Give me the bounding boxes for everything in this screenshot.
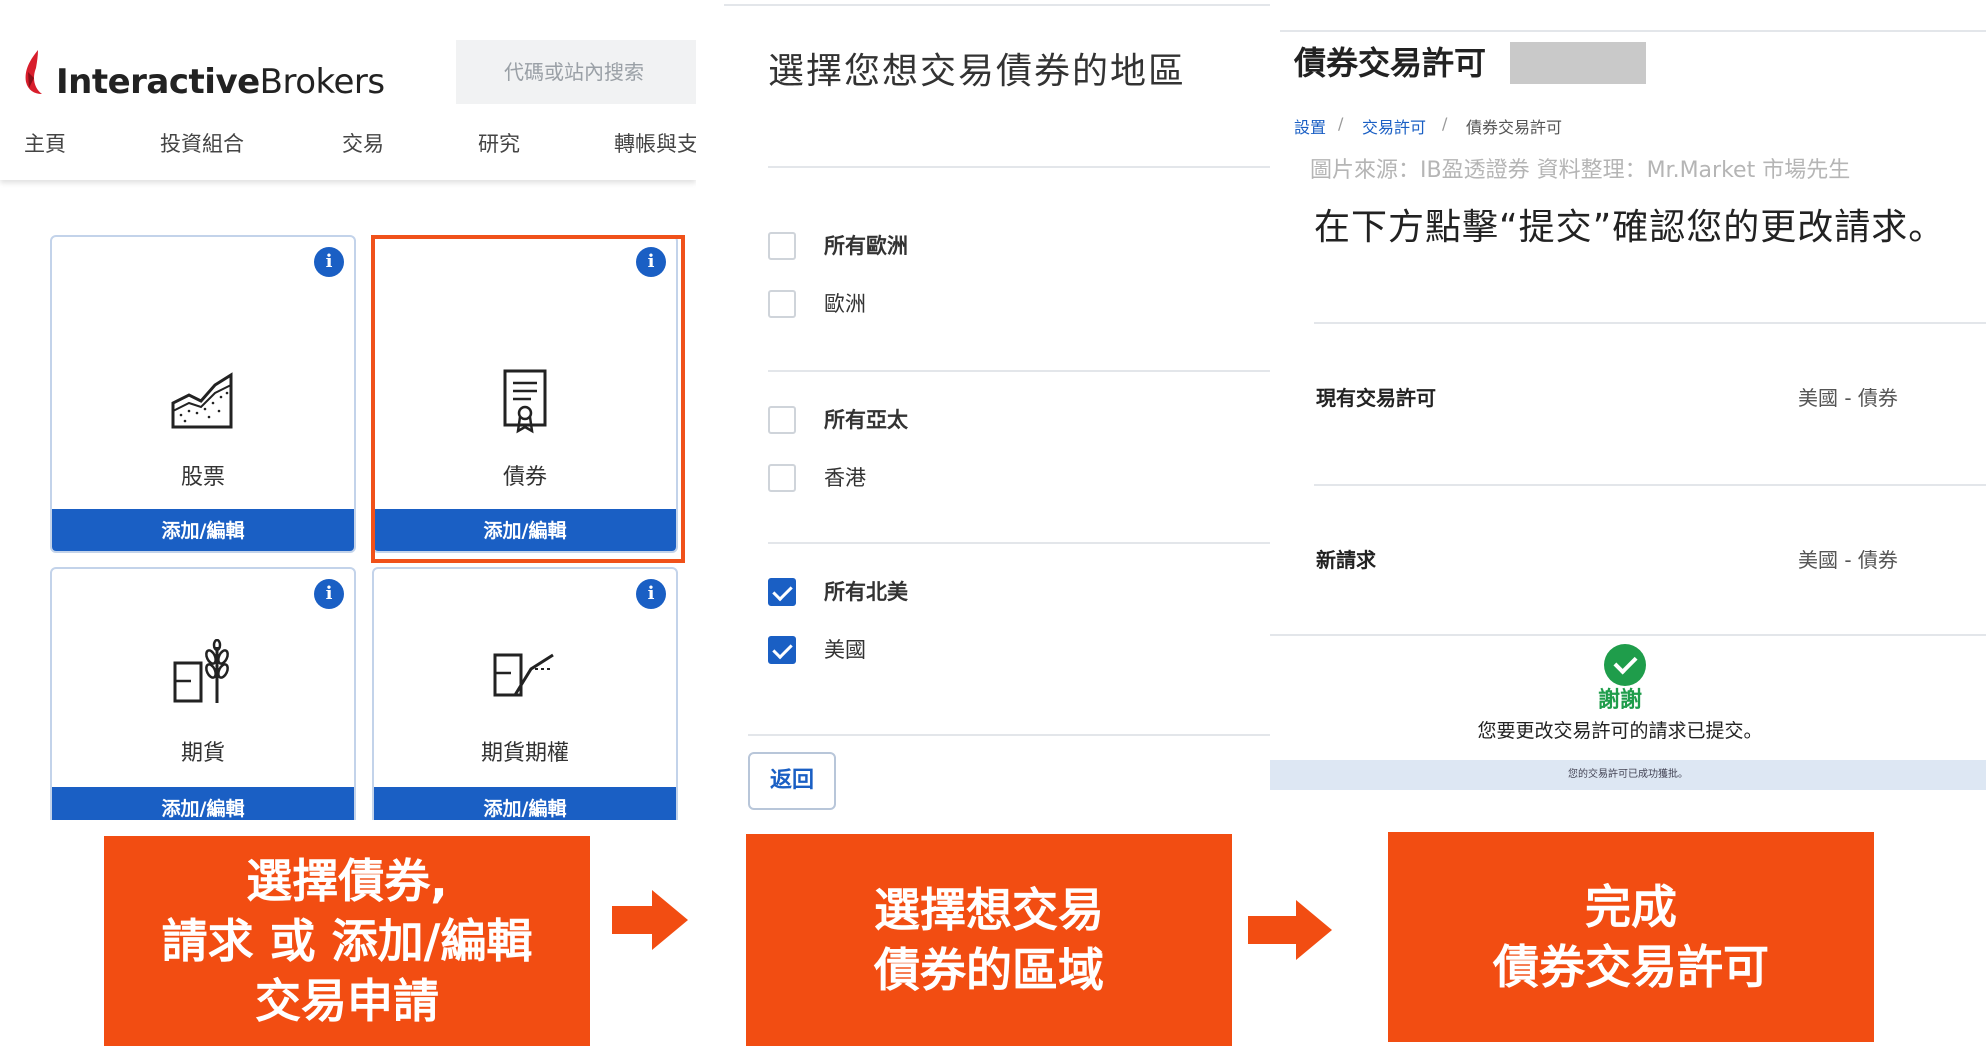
arrow-right-icon-head	[652, 890, 688, 950]
breadcrumb-separator: /	[1442, 114, 1448, 133]
checkbox-all-north-america[interactable]	[768, 578, 796, 606]
step2-line2: 債券的區域	[874, 943, 1104, 997]
approval-note-bar: 您的交易許可已成功獲批。	[1270, 760, 1986, 790]
checkbox-label: 所有歐洲	[824, 234, 908, 258]
step-banner-2: 選擇想交易 債券的區域	[746, 834, 1232, 1046]
checkbox-label: 所有北美	[824, 580, 908, 604]
checkbox-usa[interactable]	[768, 636, 796, 664]
nav-item-transfer[interactable]: 轉帳與支	[614, 128, 696, 158]
info-icon[interactable]: i	[314, 579, 344, 609]
breadcrumb-settings[interactable]: 設置	[1294, 114, 1326, 138]
divider	[768, 542, 1304, 544]
add-edit-button[interactable]: 添加/編輯	[374, 787, 676, 820]
thanks-heading: 謝謝	[1597, 688, 1642, 713]
breadcrumb-current: 債券交易許可	[1466, 118, 1563, 137]
step3-line1: 完成	[1585, 880, 1677, 934]
futures-wheat-icon	[173, 639, 229, 703]
redacted-block	[1510, 42, 1646, 84]
divider	[768, 166, 1304, 168]
checkbox-label: 所有亞太	[824, 408, 908, 432]
brand-wordmark[interactable]: InteractiveBrokers	[56, 60, 385, 104]
futures-options-icon	[493, 653, 554, 697]
site-header: InteractiveBrokers 代碼或站內搜索 主頁 投資組合 交易 研究…	[0, 0, 696, 180]
divider	[724, 4, 1304, 6]
arrow-right-icon-head	[1296, 900, 1332, 960]
step1-line2: 請求 或 添加/編輯	[161, 914, 533, 968]
ib-logo-icon	[25, 50, 42, 94]
add-edit-button[interactable]: 添加/編輯	[52, 787, 354, 820]
checkbox-label: 香港	[824, 466, 866, 490]
card-label: 期貨	[180, 741, 225, 766]
new-request-value: 美國 - 債券	[1798, 548, 1898, 572]
step1-line3: 交易申請	[255, 974, 439, 1028]
checkbox-label: 美國	[824, 638, 866, 662]
divider	[1270, 634, 1986, 636]
step2-line1: 選擇想交易	[874, 883, 1104, 937]
step3-line2: 債券交易許可	[1493, 940, 1769, 994]
product-card-stocks[interactable]: i 股票 添加/編輯	[50, 235, 356, 553]
checkbox-europe[interactable]	[768, 290, 796, 318]
checkbox-all-europe[interactable]	[768, 232, 796, 260]
checkbox-hong-kong[interactable]	[768, 464, 796, 492]
product-card-futures[interactable]: i 期貨 添加/編輯	[50, 567, 356, 820]
divider	[1280, 30, 1986, 32]
arrow-right-icon	[612, 906, 654, 934]
selection-highlight	[371, 235, 685, 563]
region-select-panel: 選擇您想交易債券的地區 所有歐洲 歐洲 所有亞太 香港 所有北美 美國 返回	[724, 0, 1304, 820]
card-label: 股票	[180, 465, 225, 490]
back-button[interactable]: 返回	[748, 752, 836, 810]
bond-permission-panel: 債券交易許可 設置 / 交易許可 / 債券交易許可 圖片來源：IB盈透證券 資料…	[1270, 0, 1986, 820]
stock-chart-icon	[171, 372, 233, 429]
nav-item-home[interactable]: 主頁	[24, 128, 66, 158]
brand-bold: Interactive	[56, 62, 260, 102]
nav-item-research[interactable]: 研究	[478, 128, 520, 158]
divider	[748, 734, 1278, 736]
info-icon[interactable]: i	[314, 247, 344, 277]
breadcrumb-trading-permissions[interactable]: 交易許可	[1362, 114, 1426, 138]
page-title: 債券交易許可	[1294, 44, 1487, 82]
add-edit-button[interactable]: 添加/編輯	[52, 509, 354, 551]
nav-item-portfolio[interactable]: 投資組合	[160, 128, 244, 158]
step-banner-1: 選擇債券, 請求 或 添加/編輯 交易申請	[104, 836, 590, 1046]
info-icon[interactable]: i	[636, 579, 666, 609]
brand-regular: Brokers	[259, 62, 385, 102]
step1-line1: 選擇債券,	[246, 854, 448, 908]
step-banner-3: 完成 債券交易許可	[1388, 832, 1874, 1042]
checkbox-label: 歐洲	[824, 292, 866, 316]
product-card-futures-options[interactable]: i 期貨期權 添加/編輯	[372, 567, 678, 820]
source-note: 圖片來源：IB盈透證券 資料整理：Mr.Market 市場先生	[1310, 158, 1851, 183]
new-request-label: 新請求	[1316, 548, 1376, 572]
divider	[768, 370, 1304, 372]
search-input[interactable]: 代碼或站內搜索	[456, 40, 696, 104]
current-permission-value: 美國 - 債券	[1798, 386, 1898, 410]
submitted-message: 您要更改交易許可的請求已提交。	[1477, 720, 1763, 742]
divider	[1314, 322, 1986, 324]
success-check-icon	[1604, 644, 1646, 686]
arrow-right-icon	[1248, 916, 1298, 944]
confirm-instruction: 在下方點擊“提交”確認您的更改請求。	[1314, 207, 1946, 248]
card-label: 期貨期權	[480, 741, 569, 766]
nav-item-trade[interactable]: 交易	[342, 128, 384, 158]
divider	[1314, 484, 1986, 486]
ib-dashboard-panel: InteractiveBrokers 代碼或站內搜索 主頁 投資組合 交易 研究…	[0, 0, 696, 820]
checkbox-all-asia-pacific[interactable]	[768, 406, 796, 434]
breadcrumb-separator: /	[1338, 114, 1344, 133]
current-permission-label: 現有交易許可	[1316, 386, 1436, 410]
region-title: 選擇您想交易債券的地區	[768, 51, 1187, 92]
